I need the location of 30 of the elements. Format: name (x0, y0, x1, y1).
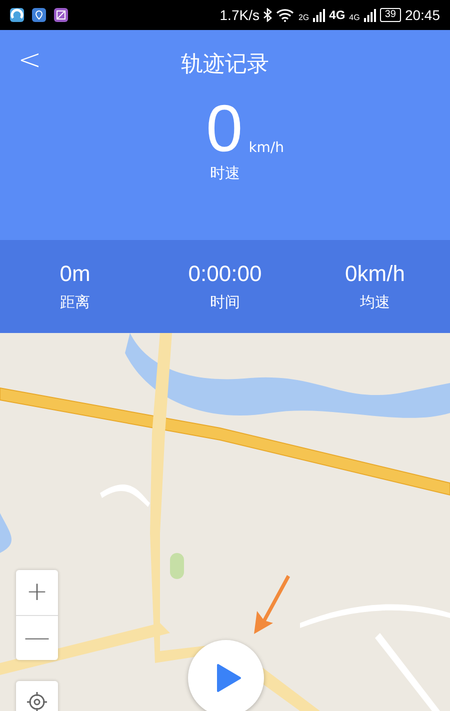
stat-value: 0m (60, 261, 90, 287)
stat-label: 均速 (360, 293, 390, 312)
location-pin-icon (32, 8, 46, 22)
image-icon (54, 8, 68, 22)
page-title: 轨迹记录 (181, 51, 269, 79)
bluetooth-icon (263, 8, 272, 22)
locate-icon (27, 692, 47, 711)
back-button[interactable]: < (12, 42, 48, 78)
zoom-in-button[interactable]: + (16, 570, 58, 616)
app-icon (10, 8, 24, 22)
zoom-out-button[interactable]: — (16, 616, 58, 660)
stat-value: 0:00:00 (188, 261, 262, 287)
speed-value: 0 (206, 92, 243, 164)
signal-icon (313, 8, 326, 22)
network-type: 4G (329, 8, 346, 22)
locate-button[interactable] (16, 681, 58, 711)
stat-label: 时间 (210, 293, 240, 312)
speed-label: 时速 (210, 164, 240, 183)
wifi-icon (276, 8, 294, 22)
network-type: 2G (298, 13, 310, 22)
battery-level: 39 (380, 8, 401, 22)
signal-icon (364, 8, 376, 22)
stat-label: 距离 (60, 293, 90, 312)
clock: 20:45 (404, 7, 440, 23)
play-icon (216, 663, 242, 693)
pointer-arrow (251, 573, 291, 635)
network-speed: 1.7K/s (220, 7, 260, 23)
stat-value: 0km/h (345, 261, 405, 287)
network-type: 4G (349, 13, 360, 22)
speed-unit: km/h (248, 140, 284, 156)
